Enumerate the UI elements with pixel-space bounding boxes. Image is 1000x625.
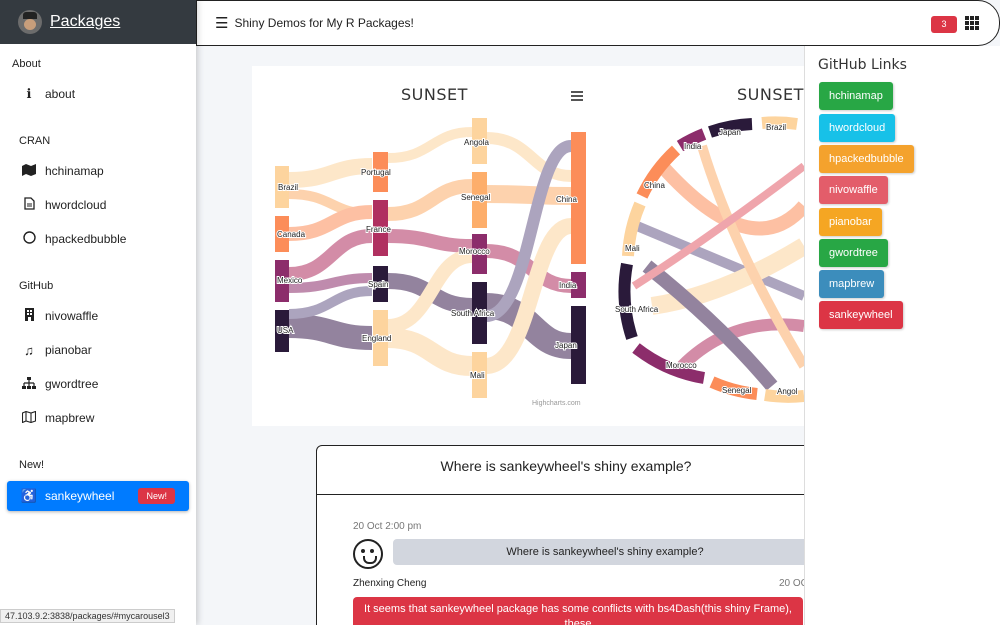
wheel-label: India [684,142,702,151]
wheel-label: Japan [719,128,741,137]
sankey-link [288,158,373,188]
chat-title: Where is sankeywheel's shiny example? [317,446,815,495]
info-icon: ℹ [26,86,32,101]
sankey-label: South Africa [451,309,495,318]
sidebar-item-hchinamap[interactable]: hchinamap [7,156,189,186]
sankey-label: Angola [464,138,489,147]
highcharts-credit[interactable]: Highcharts.com [532,400,581,407]
sidebar-item-label: gwordtree [45,377,99,391]
music-icon: ♫ [24,342,34,358]
chat-timestamp: 20 Oct 2:00 pm [353,521,422,532]
sidebar-item-label: nivowaffle [45,309,99,323]
sankey-label: Spain [368,280,388,289]
sidebar-item-label: about [45,87,76,101]
charts-canvas: Brazil Canada Mexico USA Portugal France… [275,116,804,403]
sankey-label: India [559,281,577,290]
nav-header-new: New! [19,459,45,471]
map-icon [20,163,38,179]
sidebar-item-label: mapbrew [45,411,95,425]
apps-grid-icon[interactable] [965,16,979,30]
control-sidebar: GitHub Links hchinamap hwordcloud hpacke… [804,46,1000,625]
notification-badge[interactable]: 3 [931,16,957,33]
sidebar-item-hpackedbubble[interactable]: hpackedbubble [7,224,189,254]
sankey-label: Portugal [361,168,391,177]
hamburger-menu-icon[interactable]: ☰ [215,14,228,32]
github-link-sankeywheel[interactable]: sankeywheel [819,301,903,329]
circle-icon [20,231,38,247]
brand-title[interactable]: Packages [50,13,120,31]
status-url: 47.103.9.2:3838/packages/#mycarousel3 [0,609,175,623]
chat-message-question: Where is sankeywheel's shiny example? [393,539,815,565]
sidebar-item-hwordcloud[interactable]: hwordcloud [7,190,189,220]
building-icon [20,308,38,324]
sankey-label: Mexico [277,276,303,285]
wheelchair-icon: ♿ [20,488,38,503]
chat-author: Zhenxing Cheng [353,578,427,589]
sidebar-item-label: pianobar [45,343,92,357]
sankey-label: Mali [470,371,485,380]
sidebar-item-label: hpackedbubble [45,232,127,246]
wheel-label: Senegal [722,386,752,395]
wheel-label: Morocco [666,361,697,370]
github-link-hchinamap[interactable]: hchinamap [819,82,893,110]
new-badge: New! [138,488,175,504]
nav-header-github: GitHub [19,280,54,292]
chat-avatar [353,539,383,569]
wheel-label: China [644,181,665,190]
sidebar-item-pianobar[interactable]: ♫ pianobar [7,335,189,365]
nav-header-cran: CRAN [19,135,51,147]
sankey-label: France [366,225,391,234]
sidebar-item-label: hchinamap [45,164,104,178]
direct-chat-card: Where is sankeywheel's shiny example? 20… [316,445,816,625]
sitemap-icon [20,376,38,392]
wheel-label: Angol [777,387,798,396]
github-link-hpackedbubble[interactable]: hpackedbubble [819,145,914,173]
sankey-link [387,229,473,253]
brand-avatar [18,10,42,34]
nav-header-about: About [12,58,41,70]
sankey-label: Canada [277,230,306,239]
main-sidebar: Packages About ℹ about CRAN hchinamap hw… [0,0,196,625]
sankey-link [288,314,373,350]
sankey-link [387,328,473,376]
control-title: GitHub Links [818,57,907,73]
sidebar-item-label: hwordcloud [45,198,107,212]
sankey-link [387,127,473,163]
wheel-label: South Africa [615,305,659,314]
sidebar-item-about[interactable]: ℹ about [7,79,189,109]
sankey-label: China [556,195,577,204]
sidebar-item-mapbrew[interactable]: mapbrew [7,403,189,433]
wheel-label: Brazil [766,123,786,132]
sankey-link [288,286,373,319]
file-icon [20,197,38,213]
brand-link[interactable]: Packages [0,0,196,44]
sankey-label: Japan [555,341,577,350]
wheel-label: Mali [625,244,640,253]
github-link-pianobar[interactable]: pianobar [819,208,882,236]
page-title: Shiny Demos for My R Packages! [234,16,414,30]
top-navbar: ☰ Shiny Demos for My R Packages! 3 [196,0,1000,46]
sidebar-item-sankeywheel[interactable]: ♿ sankeywheel New! [7,481,189,511]
sidebar-item-nivowaffle[interactable]: nivowaffle [7,301,189,331]
sankey-label: Senegal [461,193,491,202]
wheel-arc [618,262,638,340]
sankey-label: Morocco [459,247,490,256]
sankey-label: USA [277,326,294,335]
carousel[interactable]: SUNSET SUNSET Brazil Canada Mexico USA P… [252,66,804,426]
chat-message-answer: It seems that sankeywheel package has so… [353,597,803,625]
sidebar-item-label: sankeywheel [45,489,115,503]
sidebar-item-gwordtree[interactable]: gwordtree [7,369,189,399]
map-outline-icon [20,410,38,426]
github-link-gwordtree[interactable]: gwordtree [819,239,888,267]
sankey-link [288,229,373,281]
sankey-link [387,179,473,221]
sankey-label: England [362,334,391,343]
github-link-hwordcloud[interactable]: hwordcloud [819,114,896,142]
sankey-label: Brazil [278,183,298,192]
github-link-mapbrew[interactable]: mapbrew [819,270,885,298]
github-link-nivowaffle[interactable]: nivowaffle [819,176,888,204]
